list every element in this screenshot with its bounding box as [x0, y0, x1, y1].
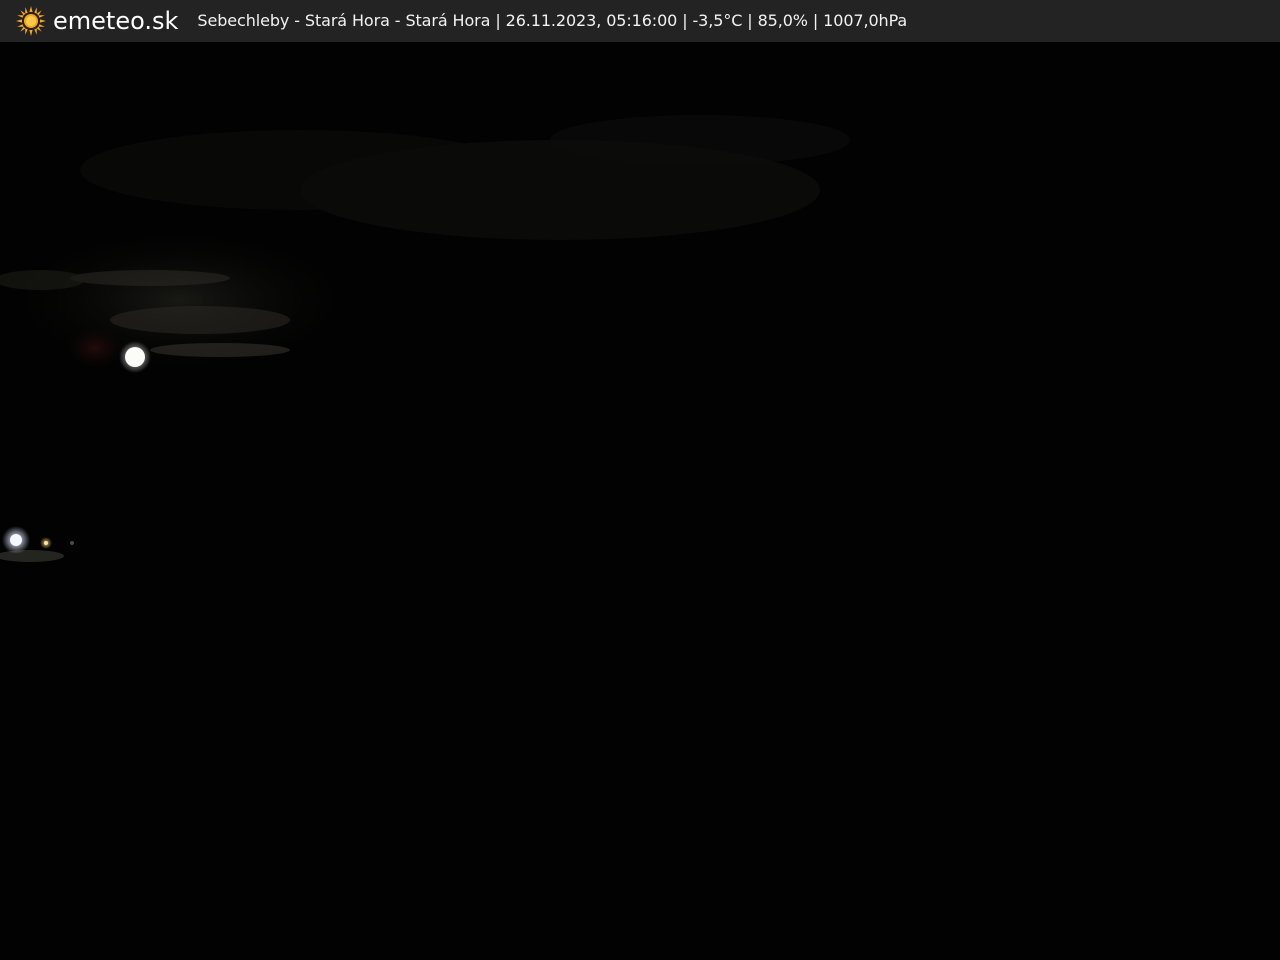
cloud-haze	[80, 130, 520, 210]
red-glow	[67, 328, 123, 368]
street-lamp	[10, 534, 22, 546]
warm-light	[44, 541, 48, 545]
header-bar: emeteo.sk Sebechleby - Stará Hora - Star…	[0, 0, 1280, 42]
webcam-image	[0, 42, 1280, 960]
distant-light	[70, 541, 74, 545]
brand-name: emeteo.sk	[53, 7, 179, 35]
night-scene	[0, 115, 850, 562]
sun-icon	[16, 6, 46, 36]
moon	[125, 347, 145, 367]
lit-cloud	[70, 270, 230, 286]
station-caption: Sebechleby - Stará Hora - Stará Hora | 2…	[197, 11, 908, 30]
lit-cloud	[150, 343, 290, 357]
lit-cloud	[110, 306, 290, 334]
cloud-haze	[550, 115, 850, 165]
webcam-frame: emeteo.sk Sebechleby - Stará Hora - Star…	[0, 0, 1280, 960]
emeteo-logo[interactable]: emeteo.sk	[15, 0, 178, 42]
